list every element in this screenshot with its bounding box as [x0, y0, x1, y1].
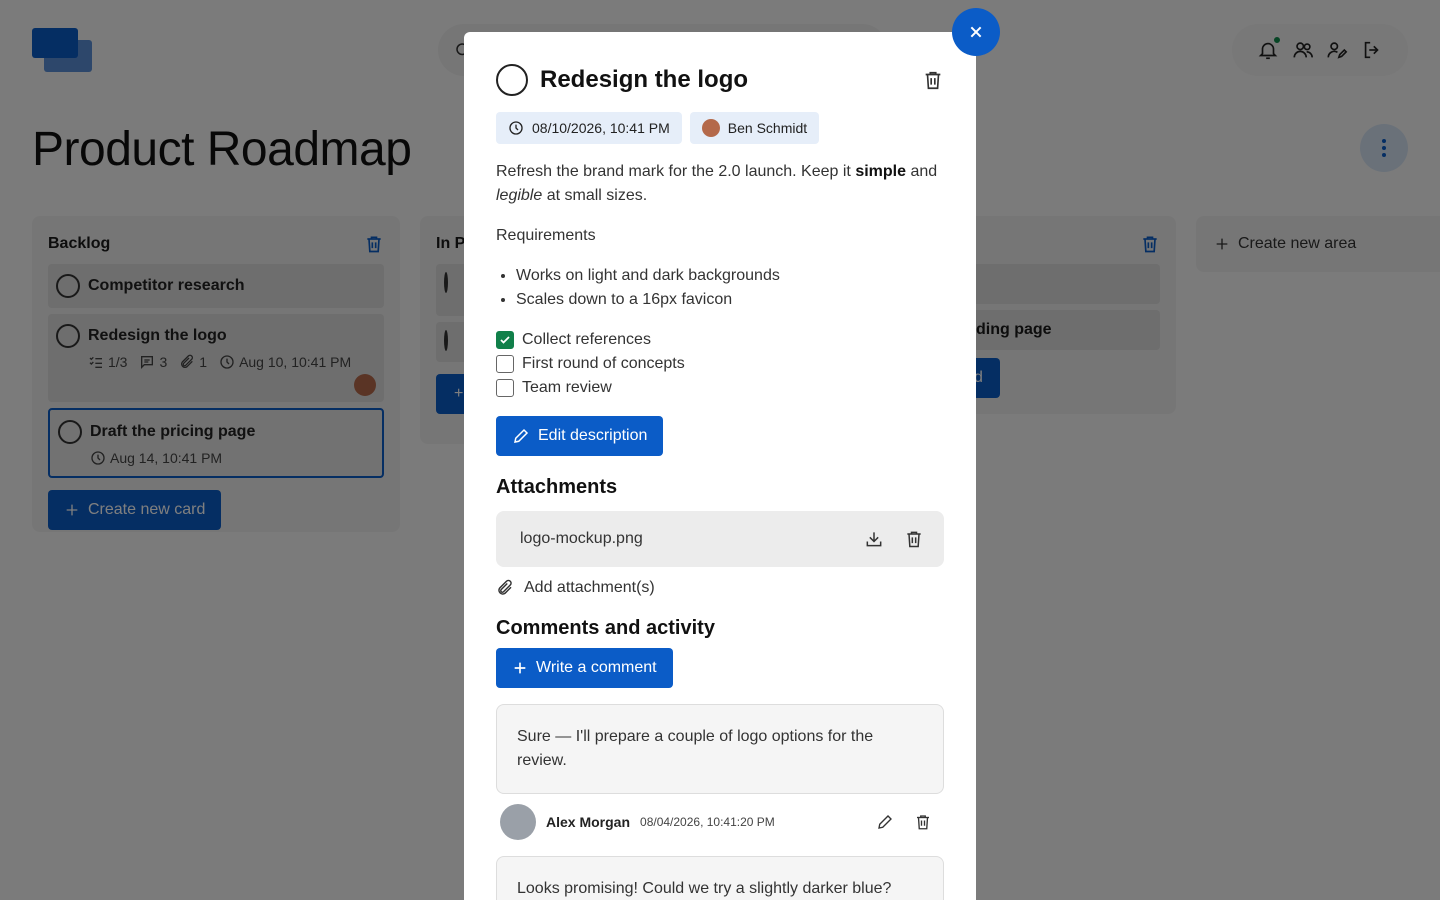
pencil-icon [512, 427, 530, 445]
checkbox[interactable] [496, 379, 514, 397]
assignee-name: Ben Schmidt [727, 120, 808, 136]
attachment-item[interactable]: logo-mockup.png [496, 511, 944, 567]
attachments-title: Attachments [496, 476, 618, 498]
pencil-icon[interactable] [876, 813, 894, 831]
trash-icon[interactable] [914, 813, 932, 831]
comment-author: Alex Morgan [546, 814, 631, 830]
checkbox[interactable] [496, 355, 514, 373]
card-title[interactable]: Redesign the logo [540, 66, 910, 94]
checklist-item[interactable]: First round of concepts [496, 352, 944, 376]
close-icon [968, 24, 984, 40]
checklist-item[interactable]: Collect references [496, 328, 944, 352]
clock-icon [508, 120, 524, 136]
comment-body: Looks promising! Could we try a slightly… [496, 856, 944, 900]
checklist: Collect references First round of concep… [496, 328, 944, 400]
checklist-item[interactable]: Team review [496, 376, 944, 400]
requirements-list: Works on light and dark backgrounds Scal… [496, 264, 944, 312]
comment-meta: Alex Morgan 08/04/2026, 10:41:20 PM [496, 804, 944, 840]
edit-description-button[interactable]: Edit description [496, 416, 664, 456]
card-detail-modal: Redesign the logo 08/10/2026, 10:41 PM B… [464, 32, 976, 900]
edit-description-label: Edit description [538, 427, 648, 444]
write-comment-button[interactable]: Write a comment [496, 648, 673, 688]
list-item: Works on light and dark backgrounds [516, 264, 944, 288]
list-item: Scales down to a 16px favicon [516, 288, 944, 312]
download-icon[interactable] [864, 529, 884, 549]
write-comment-label: Write a comment [536, 659, 657, 676]
avatar [500, 804, 536, 840]
checkbox-checked[interactable] [496, 331, 514, 349]
checklist-label: Collect references [522, 331, 651, 348]
checklist-label: Team review [522, 379, 612, 396]
assignee-chip[interactable]: Ben Schmidt [689, 112, 820, 144]
comment-timestamp: 08/04/2026, 10:41:20 PM [640, 815, 775, 829]
attachment-filename[interactable]: logo-mockup.png [520, 530, 864, 548]
comments-title: Comments and activity [496, 617, 715, 639]
avatar [701, 119, 720, 137]
trash-icon[interactable] [922, 69, 944, 91]
plus-icon [512, 660, 528, 676]
checklist-label: First round of concepts [522, 355, 685, 372]
add-attachment-label: Add attachment(s) [524, 579, 655, 596]
paperclip-icon [496, 579, 514, 597]
trash-icon[interactable] [904, 529, 924, 549]
add-attachment-button[interactable]: Add attachment(s) [496, 579, 944, 597]
description: Refresh the brand mark for the 2.0 launc… [496, 163, 938, 204]
due-date: 08/10/2026, 10:41 PM [532, 120, 670, 136]
comment-body: Sure — I'll prepare a couple of logo opt… [496, 704, 944, 794]
requirements-label: Requirements [496, 227, 596, 244]
close-modal-button[interactable] [952, 8, 1000, 56]
complete-toggle[interactable] [496, 64, 528, 96]
due-date-chip[interactable]: 08/10/2026, 10:41 PM [496, 112, 682, 144]
